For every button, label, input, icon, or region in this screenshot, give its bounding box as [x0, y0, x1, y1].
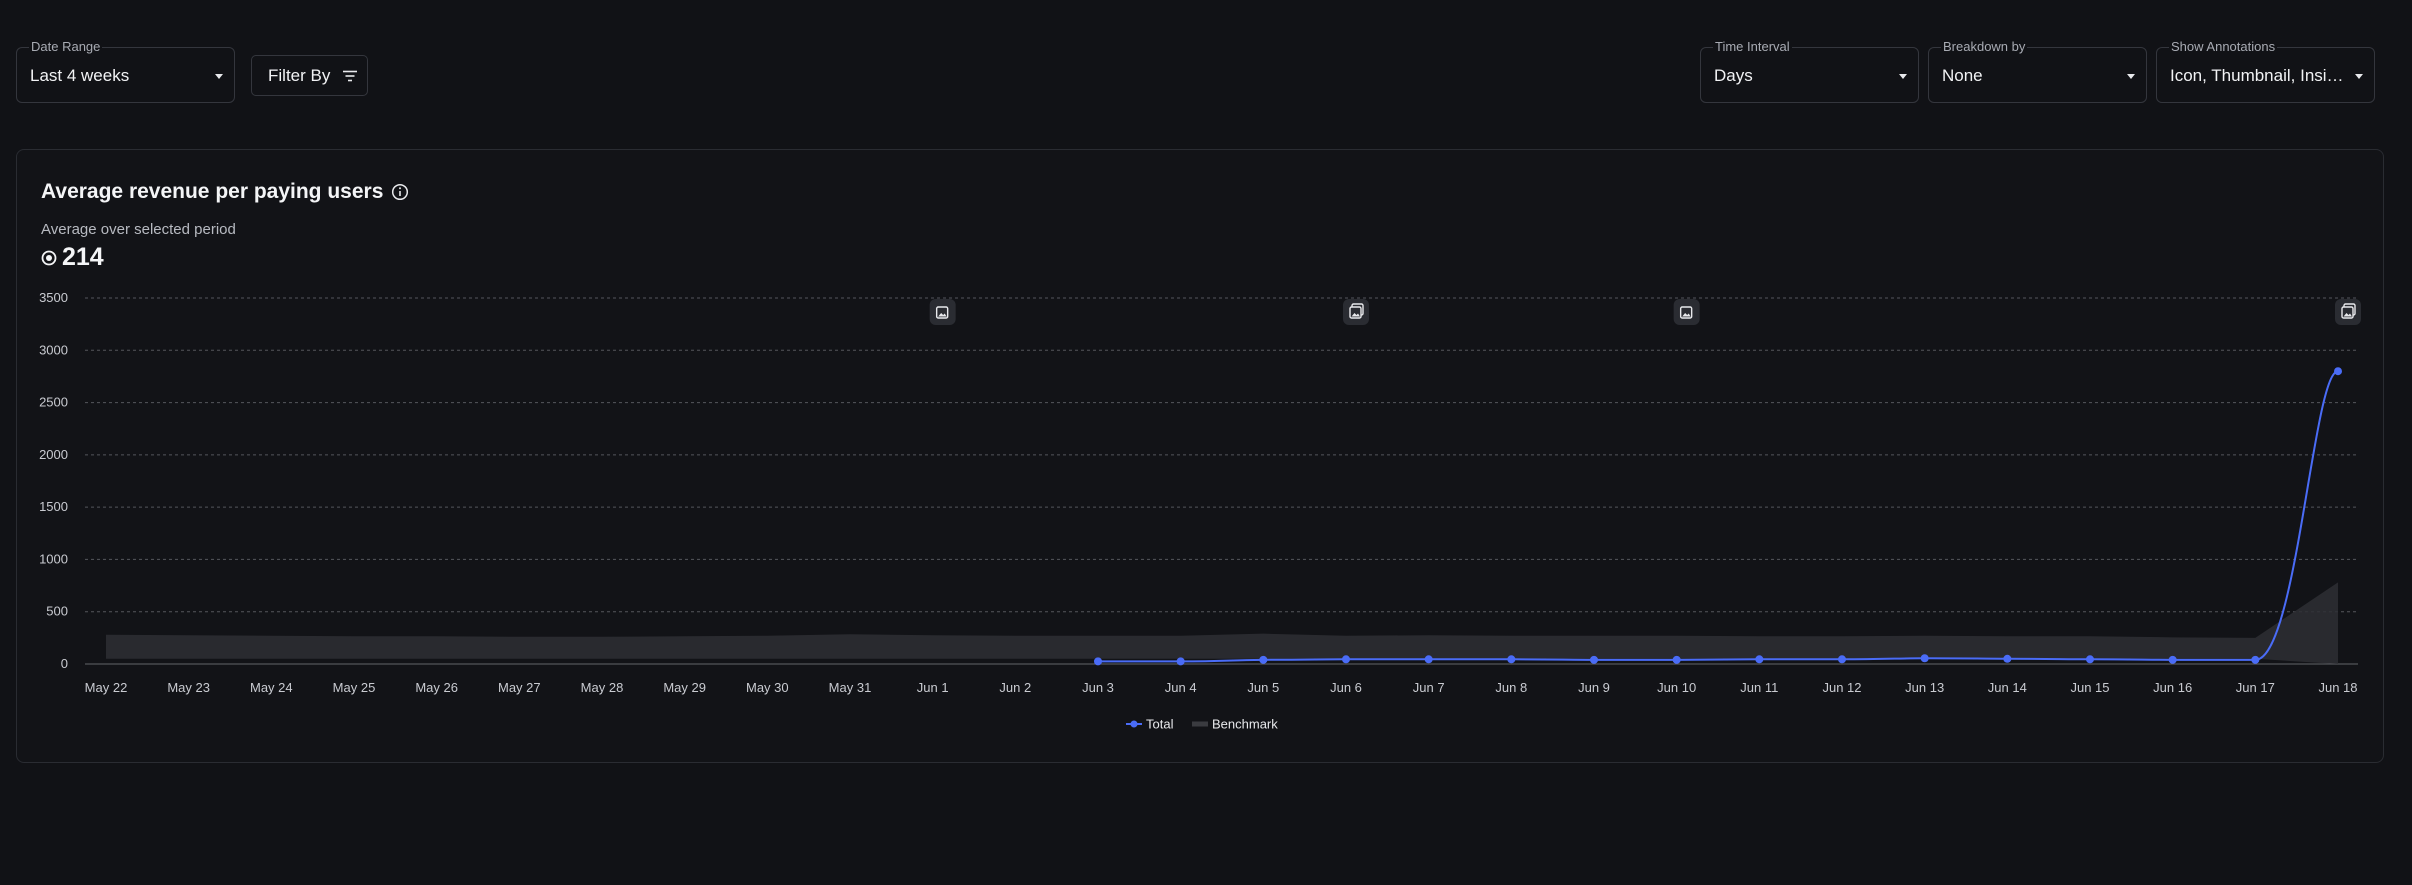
x-tick-label: Jun 11 — [1740, 680, 1778, 695]
x-tick-label: May 27 — [498, 680, 541, 695]
x-tick-label: Jun 3 — [1082, 680, 1114, 695]
x-tick-label: May 30 — [746, 680, 789, 695]
total-data-point — [2003, 654, 2012, 663]
total-data-point — [1920, 654, 1929, 663]
x-tick-label: Jun 9 — [1578, 680, 1610, 695]
total-data-point — [1424, 655, 1433, 664]
legend-total-label[interactable]: Total — [1146, 717, 1174, 732]
y-tick-label: 1000 — [39, 551, 68, 566]
y-tick-label: 2000 — [39, 447, 68, 462]
total-data-point — [1838, 655, 1846, 664]
total-data-point — [1342, 655, 1350, 664]
revenue-line-chart: 0 500 1000 1500 2000 2500 3000 3500 May 22 May 23… — [39, 290, 2361, 732]
x-tick-label: May 29 — [663, 680, 706, 695]
x-tick-label: Jun 6 — [1330, 680, 1362, 695]
y-tick-label: 0 — [61, 656, 68, 671]
total-data-point — [1259, 655, 1268, 664]
total-data-point — [2168, 655, 2177, 664]
image-icon[interactable] — [1673, 299, 1700, 325]
x-tick-label: May 28 — [581, 680, 624, 695]
benchmark-band — [106, 582, 2338, 664]
x-tick-label: Jun 15 — [2070, 680, 2109, 695]
total-data-point — [1176, 657, 1185, 666]
x-tick-label: Jun 18 — [2318, 680, 2357, 695]
y-tick-label: 3500 — [39, 290, 68, 305]
x-tick-label: Jun 13 — [1905, 680, 1944, 695]
x-tick-label: Jun 7 — [1413, 680, 1445, 695]
x-tick-label: May 25 — [333, 680, 376, 695]
x-tick-label: Jun 10 — [1657, 680, 1696, 695]
image-stack-icon[interactable] — [1343, 299, 1369, 325]
y-tick-label: 3000 — [39, 342, 68, 357]
x-tick-label: Jun 16 — [2153, 680, 2192, 695]
x-tick-label: Jun 17 — [2236, 680, 2275, 695]
total-data-point — [1755, 655, 1764, 664]
x-tick-label: Jun 12 — [1822, 680, 1861, 695]
total-data-point — [2251, 655, 2260, 664]
chart-legend: Total Benchmark — [1126, 717, 1278, 732]
total-data-point — [1590, 655, 1598, 664]
x-tick-label: Jun 5 — [1247, 680, 1279, 695]
legend-benchmark-label[interactable]: Benchmark — [1212, 717, 1278, 732]
x-tick-label: May 23 — [167, 680, 210, 695]
y-tick-label: 500 — [46, 604, 68, 619]
y-tick-label: 1500 — [39, 499, 68, 514]
x-tick-label: Jun 8 — [1495, 680, 1527, 695]
total-data-point — [1507, 655, 1516, 664]
total-data-point — [2086, 655, 2094, 664]
legend-benchmark-swatch — [1192, 721, 1208, 727]
x-tick-label: May 24 — [250, 680, 293, 695]
total-series-line — [1098, 370, 2339, 663]
total-data-point — [2334, 367, 2342, 376]
x-tick-label: Jun 2 — [999, 680, 1031, 695]
x-tick-label: Jun 1 — [917, 680, 949, 695]
image-icon[interactable] — [929, 299, 956, 325]
x-tick-label: May 26 — [415, 680, 458, 695]
legend-total-marker — [1130, 720, 1138, 728]
total-data-point — [1672, 655, 1681, 664]
x-tick-label: May 31 — [829, 680, 872, 695]
x-tick-label: Jun 14 — [1988, 680, 2027, 695]
y-tick-label: 2500 — [39, 395, 68, 410]
x-tick-label: Jun 4 — [1165, 680, 1197, 695]
image-stack-icon[interactable] — [2335, 299, 2361, 325]
x-tick-label: May 22 — [85, 680, 128, 695]
total-data-point — [1094, 657, 1102, 666]
